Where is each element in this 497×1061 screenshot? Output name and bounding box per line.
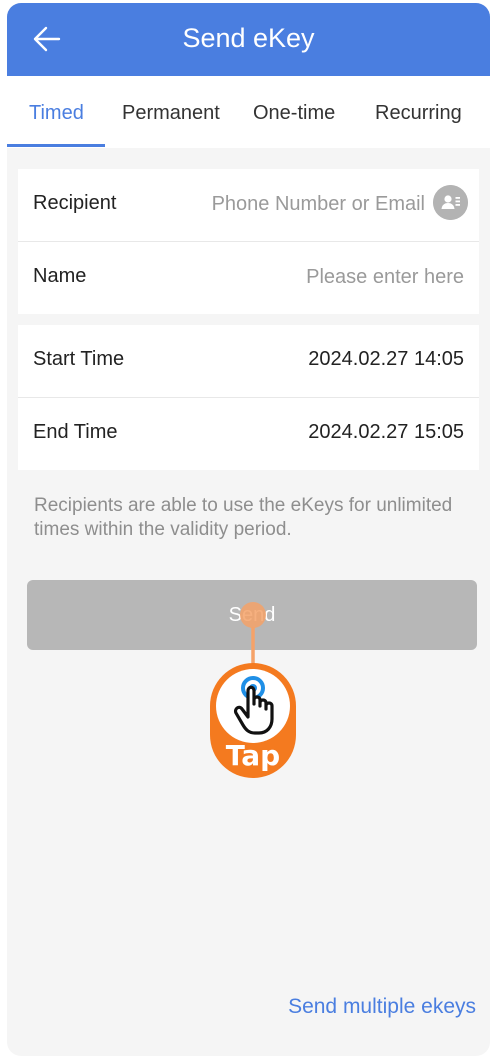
end-time-row[interactable]: End Time 2024.02.27 15:05 <box>18 397 479 470</box>
send-multiple-ekeys-link[interactable]: Send multiple ekeys <box>288 995 476 1019</box>
app-screen: Send eKey Timed Permanent One-time Recur… <box>7 3 490 1056</box>
tab-bar: Timed Permanent One-time Recurring <box>7 76 490 148</box>
tap-label: Tap <box>226 739 280 772</box>
contact-book-icon[interactable] <box>433 185 468 220</box>
recipient-row: Recipient <box>18 169 479 241</box>
validity-card: Start Time 2024.02.27 14:05 End Time 202… <box>18 325 479 470</box>
recipient-card: Recipient Name <box>18 169 479 314</box>
end-time-label: End Time <box>33 421 118 443</box>
tab-timed[interactable]: Timed <box>29 102 84 125</box>
recipient-input[interactable] <box>185 187 425 221</box>
page-title: Send eKey <box>182 23 315 53</box>
validity-hint: Recipients are able to use the eKeys for… <box>34 495 453 540</box>
recipient-label: Recipient <box>33 192 117 214</box>
tab-one-time[interactable]: One-time <box>253 102 335 125</box>
tab-recurring[interactable]: Recurring <box>375 102 462 125</box>
tab-permanent[interactable]: Permanent <box>122 102 220 125</box>
start-time-value[interactable]: 2024.02.27 14:05 <box>308 348 464 371</box>
tap-hint-overlay: Tap <box>210 602 296 778</box>
name-input[interactable] <box>204 260 464 294</box>
name-label: Name <box>33 265 87 287</box>
name-row: Name <box>18 241 479 314</box>
header-bar: Send eKey <box>7 3 490 76</box>
end-time-value[interactable]: 2024.02.27 15:05 <box>308 421 464 444</box>
start-time-label: Start Time <box>33 348 125 370</box>
start-time-row[interactable]: Start Time 2024.02.27 14:05 <box>18 325 479 397</box>
active-tab-indicator <box>7 144 105 147</box>
